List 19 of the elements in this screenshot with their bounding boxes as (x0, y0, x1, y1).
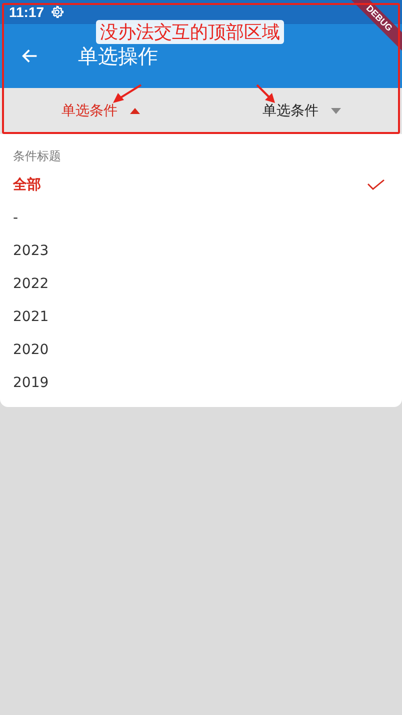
option-item[interactable]: 2020 (13, 333, 389, 366)
annotation-text: 没办法交互的顶部区域 (96, 20, 284, 44)
option-item[interactable]: 2023 (13, 234, 389, 267)
filter-tab[interactable]: 单选条件 (0, 88, 201, 134)
option-item[interactable]: 2022 (13, 267, 389, 300)
caret-down-icon (330, 108, 340, 114)
filter-tab[interactable]: 单选条件 (201, 88, 402, 134)
settings-icon (50, 5, 64, 19)
caret-up-icon (130, 108, 140, 114)
option-item[interactable]: - (13, 201, 389, 234)
check-icon (367, 178, 385, 190)
option-item[interactable]: 2019 (13, 366, 389, 399)
dropdown-title: 条件标题 (13, 148, 62, 165)
option-item[interactable]: 2021 (13, 300, 389, 333)
app-bar-title: 单选操作 (78, 42, 158, 70)
annotation-arrow (256, 84, 276, 104)
annotation-arrow (112, 84, 142, 104)
option-item[interactable]: 全部 (13, 168, 389, 201)
status-time: 11:17 (9, 4, 44, 20)
